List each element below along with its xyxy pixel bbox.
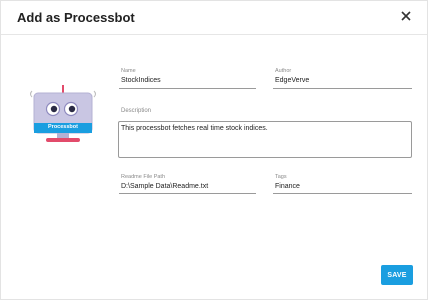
description-textarea[interactable]: This processbot fetches real time stock … <box>118 121 412 158</box>
tags-label: Tags <box>275 174 287 180</box>
save-button[interactable]: SAVE <box>381 265 413 285</box>
author-underline <box>273 88 412 89</box>
readme-path-field[interactable]: D:\Sample Data\Readme.txt <box>121 183 208 190</box>
name-underline <box>119 88 256 89</box>
readme-path-label: Readme File Path <box>121 174 166 180</box>
author-field[interactable]: EdgeVerve <box>275 77 309 84</box>
tags-field[interactable]: Finance <box>275 183 300 190</box>
name-label: Name <box>121 68 136 74</box>
description-text: This processbot fetches real time stock … <box>121 125 268 132</box>
dialog-header: Add as Processbot <box>1 1 427 35</box>
author-label: Author <box>275 68 292 74</box>
robot-icon <box>30 85 96 142</box>
description-label: Description <box>121 108 152 114</box>
readme-path-underline <box>119 193 256 194</box>
close-icon[interactable] <box>399 9 413 23</box>
processbot-illustration: Processbot <box>26 81 102 147</box>
add-processbot-dialog: Add as Processbot Processbot Name StockI… <box>0 0 428 300</box>
tags-underline <box>273 193 412 194</box>
name-field[interactable]: StockIndices <box>121 77 161 84</box>
processbot-label: Processbot <box>48 124 78 130</box>
dialog-title: Add as Processbot <box>17 10 135 25</box>
